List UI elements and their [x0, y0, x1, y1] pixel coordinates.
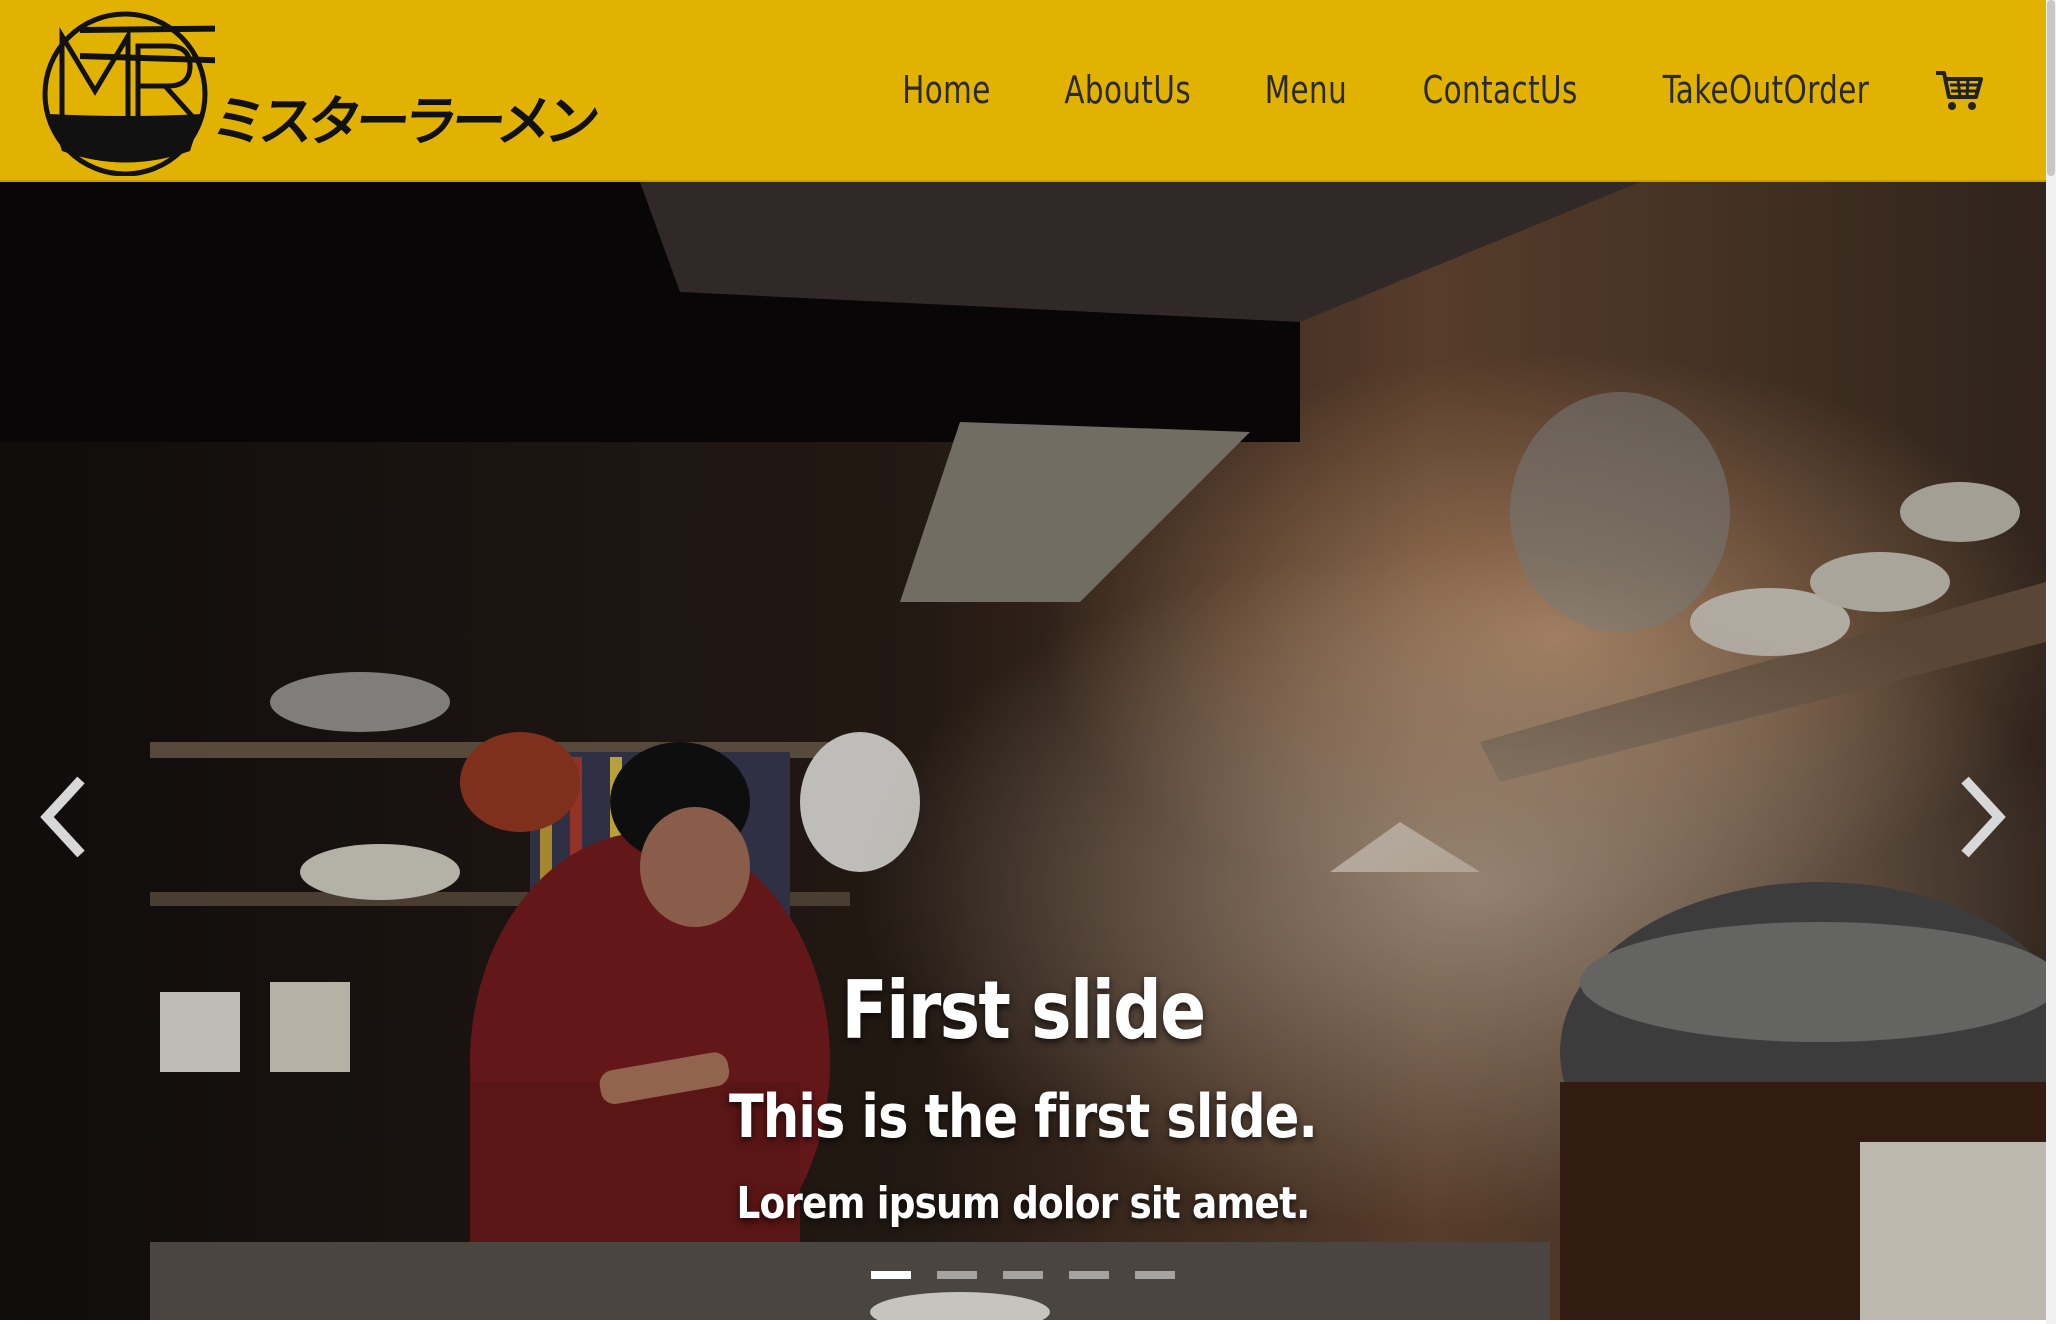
carousel-indicator-1[interactable] — [871, 1271, 911, 1279]
nav-home[interactable]: Home — [902, 68, 991, 112]
chevron-right-icon — [1961, 776, 2006, 858]
mr-ramen-logo-mark — [42, 11, 215, 176]
page-scrollbar[interactable] — [2046, 0, 2056, 1324]
scrollbar-thumb[interactable] — [2047, 0, 2055, 176]
chevron-left-icon — [40, 776, 85, 858]
nav-take-out-order[interactable]: TakeOutOrder — [1663, 68, 1869, 112]
slide-text: Lorem ipsum dolor sit amet. — [736, 1178, 1311, 1229]
carousel-prev-button[interactable] — [18, 757, 108, 877]
nav-contact-us[interactable]: ContactUs — [1422, 68, 1577, 112]
carousel-next-button[interactable] — [1938, 757, 2028, 877]
brand-logo[interactable]: ミスターラーメン — [40, 6, 600, 176]
shopping-cart-icon[interactable] — [1934, 67, 1984, 113]
main-nav: Home AboutUs Menu ContactUs TakeOutOrder — [839, 0, 2046, 180]
brand-kana-text: ミスターラーメン — [207, 89, 599, 153]
nav-menu[interactable]: Menu — [1264, 68, 1346, 112]
hero-carousel: First slide This is the first slide. Lor… — [0, 182, 2046, 1320]
carousel-indicators — [0, 1271, 2046, 1279]
carousel-indicator-3[interactable] — [1003, 1271, 1043, 1279]
navbar: ミスターラーメン Home AboutUs Menu ContactUs Tak… — [0, 0, 2046, 182]
slide-subtitle: This is the first slide. — [728, 1082, 1318, 1152]
carousel-indicator-5[interactable] — [1135, 1271, 1175, 1279]
carousel-indicator-2[interactable] — [937, 1271, 977, 1279]
slide-title: First slide — [841, 964, 1206, 1057]
carousel-indicator-4[interactable] — [1069, 1271, 1109, 1279]
nav-about-us[interactable]: AboutUs — [1065, 68, 1192, 112]
